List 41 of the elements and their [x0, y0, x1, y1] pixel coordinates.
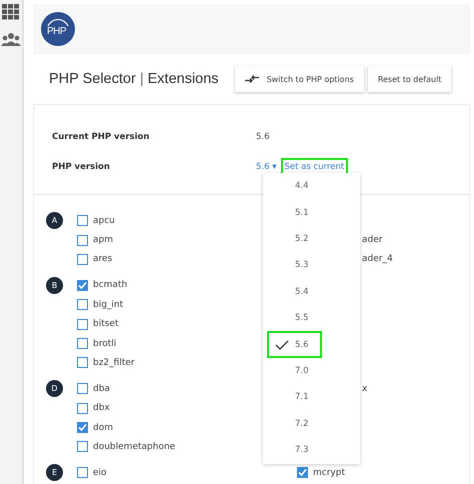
checkbox[interactable] [77, 383, 88, 394]
checkbox[interactable] [77, 467, 88, 478]
menu-item[interactable]: 7.0 [267, 358, 322, 384]
checkmark-icon [275, 340, 289, 350]
version-dropdown[interactable]: 5.6 ▾ [256, 162, 276, 172]
checkbox[interactable] [77, 234, 88, 246]
checkbox[interactable] [77, 254, 88, 265]
letter-badge: E [46, 464, 63, 482]
extension-checkbox[interactable]: eio [77, 467, 297, 478]
checkbox[interactable] [77, 299, 88, 310]
users-icon[interactable] [1, 32, 21, 46]
checkbox[interactable] [77, 215, 88, 226]
letter-badge: B [46, 276, 63, 294]
checkbox[interactable] [77, 280, 88, 291]
checkbox[interactable] [77, 318, 88, 330]
menu-item[interactable]: 5.6 [267, 331, 322, 358]
checkbox[interactable] [77, 402, 88, 414]
checkbox[interactable] [77, 422, 88, 434]
extension-checkbox[interactable]: mcrypt [297, 467, 345, 478]
page-title: PHP Selector | Extensions [49, 71, 219, 87]
menu-item[interactable]: 7.3 [267, 436, 322, 464]
checkbox[interactable] [77, 338, 88, 350]
menu-item[interactable]: 4.4 [267, 173, 322, 200]
field-label: PHP version [52, 162, 111, 172]
apps-grid-icon[interactable] [2, 4, 20, 20]
php-logo-icon [41, 12, 75, 46]
letter-badge: A [46, 212, 63, 229]
letter-badge: D [46, 380, 63, 398]
checkbox[interactable] [77, 357, 88, 368]
extension-name: ader [362, 235, 382, 246]
switch-options-button[interactable]: Switch to PHP options [234, 66, 364, 92]
menu-item[interactable]: 5.2 [267, 226, 322, 252]
logo-text: PHP [47, 26, 66, 37]
reset-button[interactable]: Reset to default [368, 66, 452, 92]
extension-name: x [362, 384, 368, 394]
field-label: Current PHP version [52, 132, 150, 142]
extension-name: ader_4 [362, 254, 393, 264]
checkbox[interactable] [77, 441, 88, 452]
menu-item[interactable]: 5.3 [267, 252, 322, 279]
checkbox[interactable] [297, 467, 308, 478]
version-value: 5.6 [256, 132, 270, 142]
